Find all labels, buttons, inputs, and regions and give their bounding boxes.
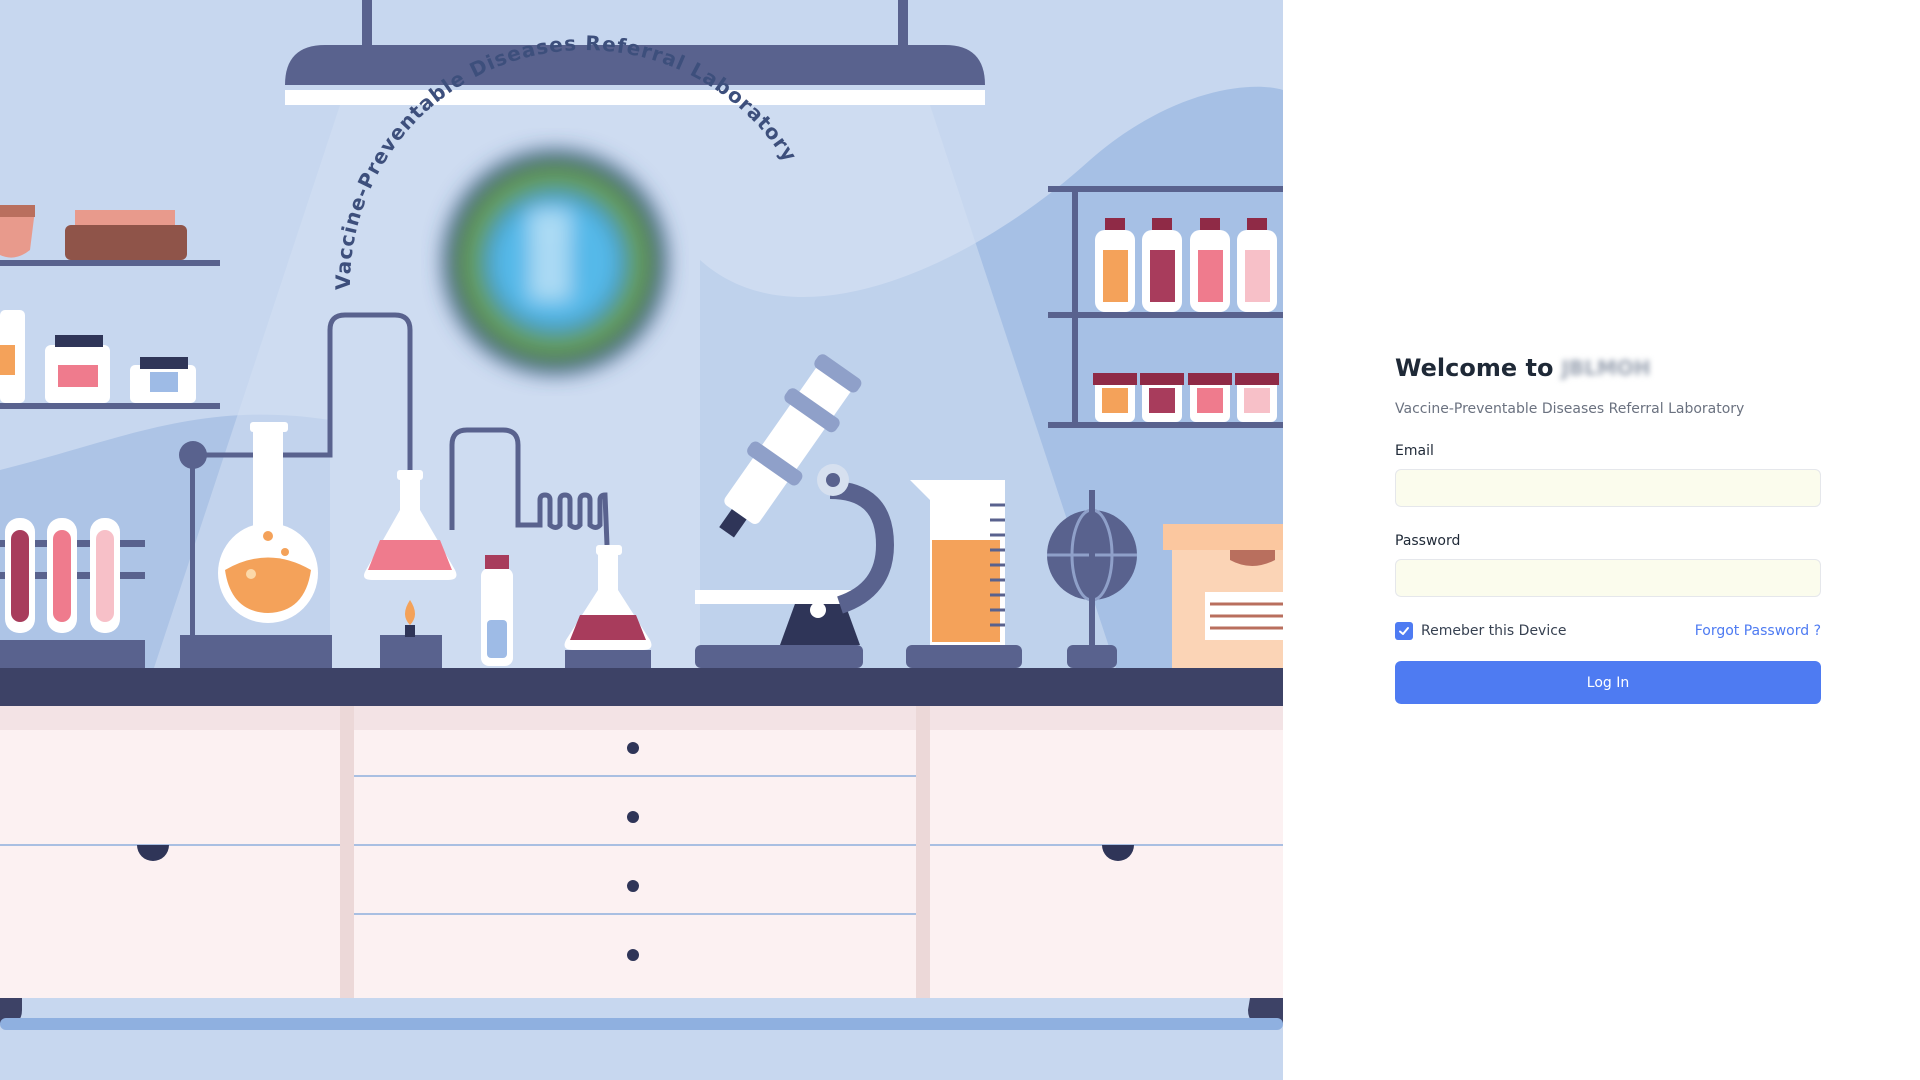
welcome-org-name: JBLMOH [1561,356,1651,380]
welcome-prefix: Welcome to [1395,354,1554,382]
login-panel: Welcome to JBLMOH Vaccine-Preventable Di… [1283,0,1920,1080]
email-field[interactable] [1395,469,1821,507]
remember-row: Remeber this Device Forgot Password ? [1395,621,1821,641]
email-label: Email [1395,443,1434,459]
lab-illustration-panel: Vaccine-Preventable Diseases Referral La… [0,0,1283,1080]
forgot-password-link[interactable]: Forgot Password ? [1695,623,1821,639]
checkmark-icon [1399,627,1409,635]
remember-device-toggle[interactable]: Remeber this Device [1395,622,1567,640]
lab-illustration: Vaccine-Preventable Diseases Referral La… [0,0,1283,1030]
login-form: Welcome to JBLMOH Vaccine-Preventable Di… [1395,350,1821,704]
login-page: Vaccine-Preventable Diseases Referral La… [0,0,1920,1080]
lab-logo [443,150,667,374]
login-subtitle: Vaccine-Preventable Diseases Referral La… [1395,401,1745,417]
login-button[interactable]: Log In [1395,661,1821,704]
remember-device-label: Remeber this Device [1421,623,1567,639]
welcome-heading: Welcome to JBLMOH [1395,350,1821,386]
password-label: Password [1395,533,1461,549]
password-field[interactable] [1395,559,1821,597]
remember-device-checkbox[interactable] [1395,622,1413,640]
